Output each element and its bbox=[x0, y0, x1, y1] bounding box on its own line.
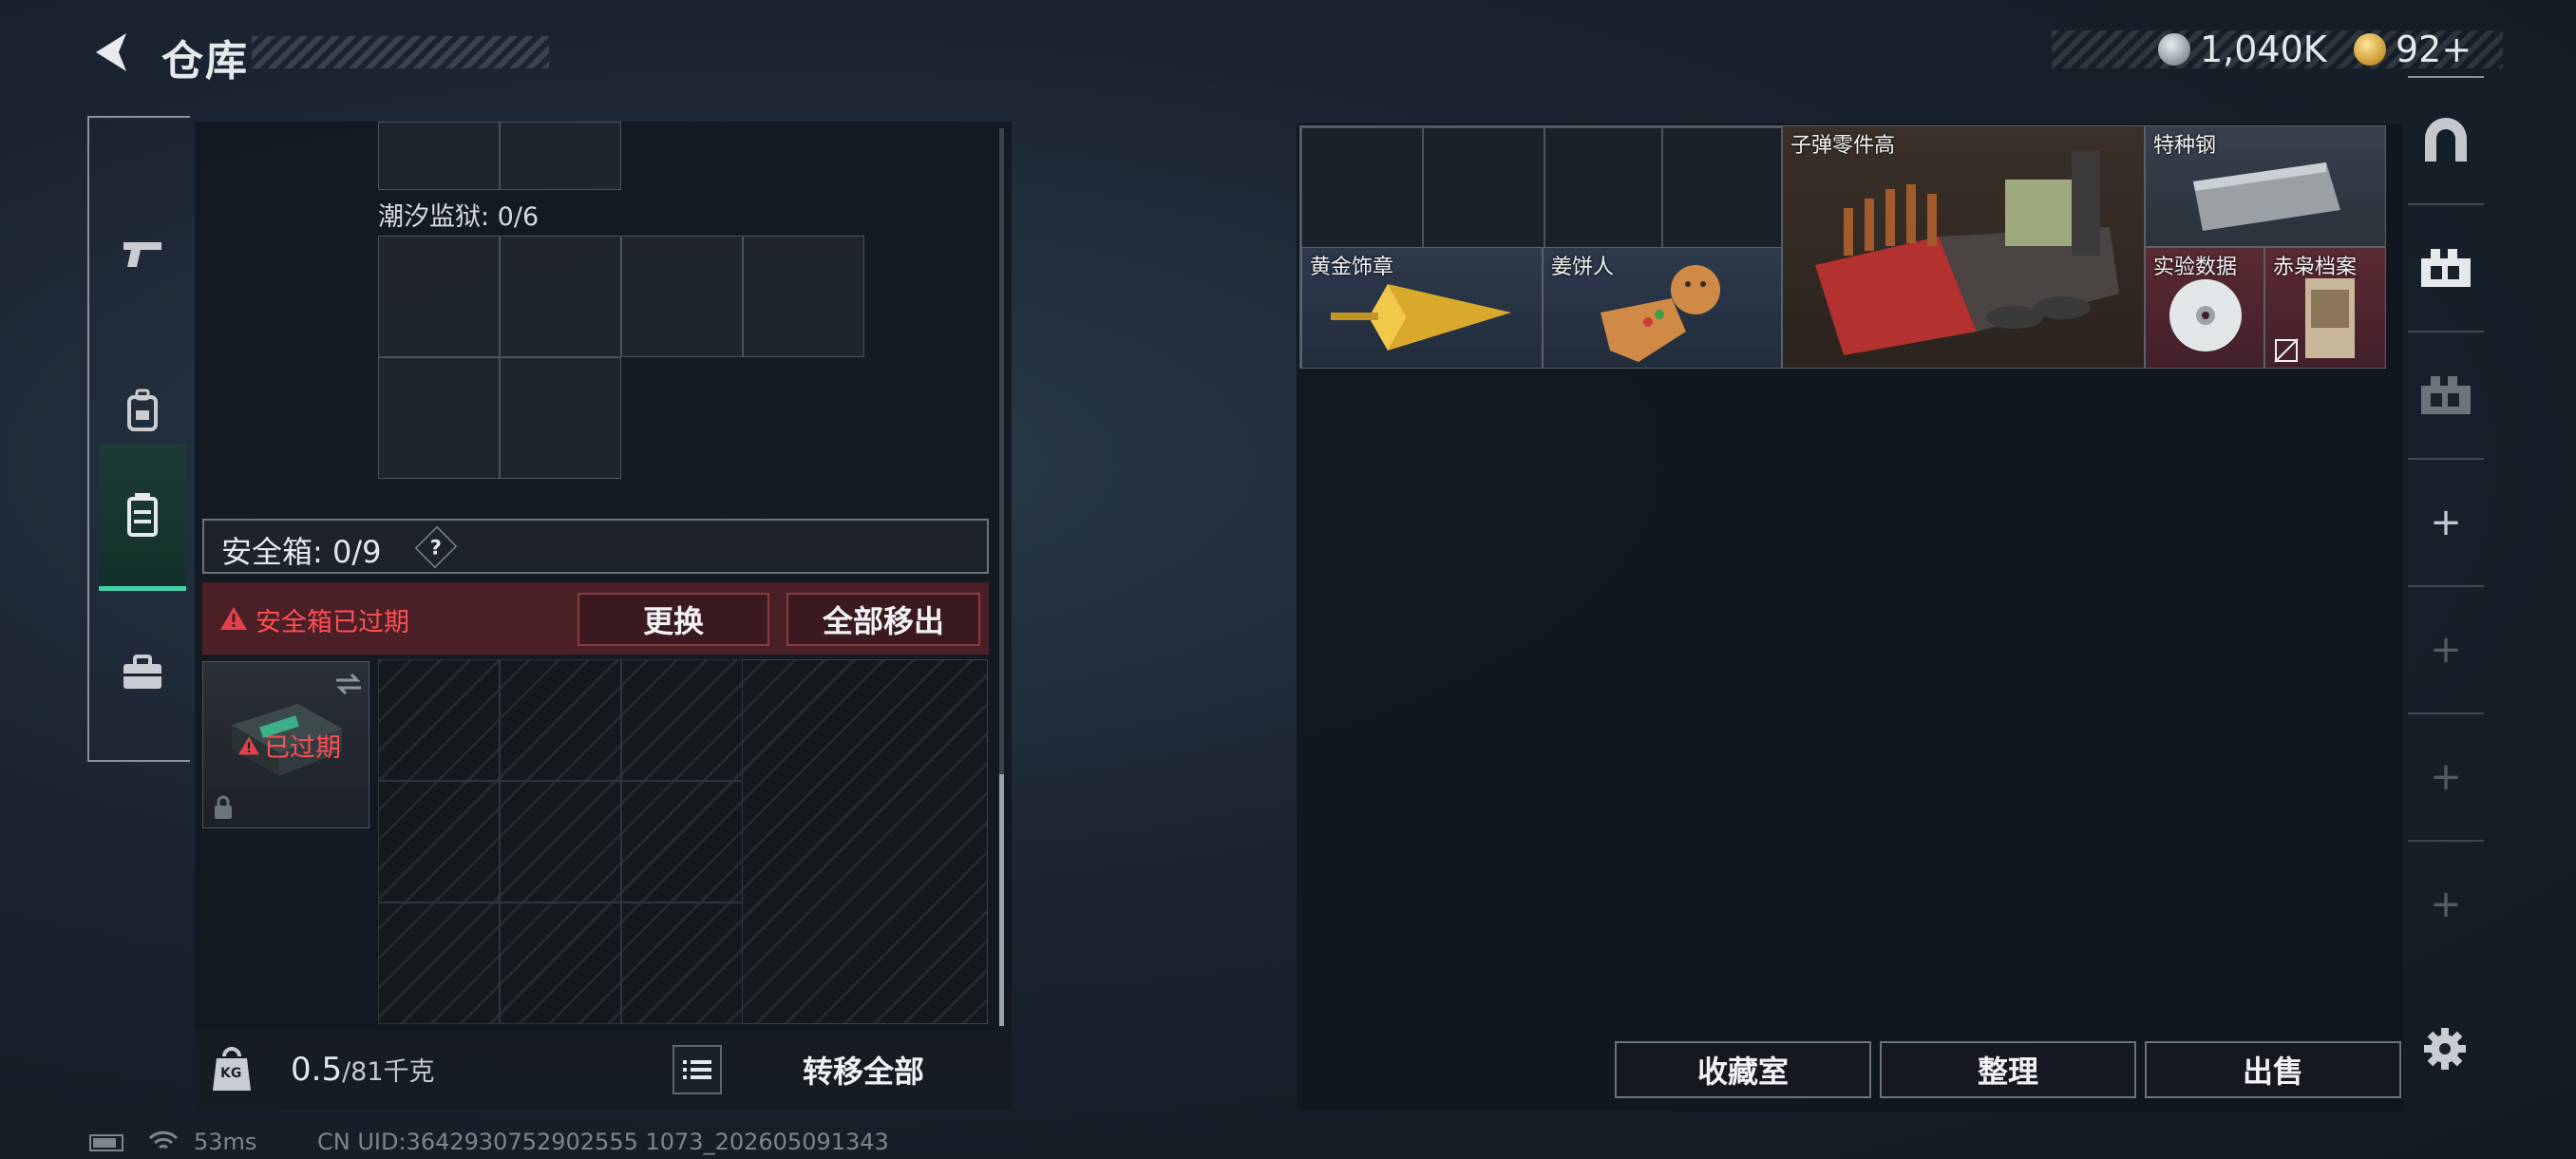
gingerbread-icon bbox=[1601, 265, 1720, 362]
title-decoration bbox=[252, 36, 549, 68]
grid-cell[interactable] bbox=[1423, 127, 1544, 248]
grid-cell[interactable] bbox=[500, 122, 621, 190]
wifi-icon bbox=[148, 1130, 179, 1150]
safebox-header: 安全箱: 0/9 ? bbox=[202, 519, 989, 574]
grid-cell[interactable] bbox=[378, 781, 500, 902]
gold-currency[interactable]: 92+ bbox=[2354, 28, 2472, 70]
stash-tab-vault[interactable] bbox=[2408, 76, 2484, 203]
grid-cell[interactable] bbox=[500, 357, 621, 479]
sidebar-item-weapons[interactable] bbox=[99, 182, 186, 325]
add-stash-button-locked[interactable]: + bbox=[2408, 840, 2484, 967]
lock-icon bbox=[215, 795, 232, 819]
back-button[interactable] bbox=[87, 28, 135, 76]
grid-cell[interactable] bbox=[743, 236, 864, 357]
warning-text: 安全箱已过期 bbox=[256, 608, 409, 637]
grid-cell[interactable] bbox=[378, 122, 500, 190]
prison-container-label: 潮汐监狱: 0/6 bbox=[378, 202, 540, 232]
grid-cell[interactable] bbox=[621, 236, 743, 357]
warning-icon bbox=[220, 607, 247, 630]
backpack-icon bbox=[127, 389, 158, 431]
grid-cell[interactable] bbox=[378, 236, 500, 357]
list-view-button[interactable] bbox=[672, 1045, 722, 1094]
toolbox-icon bbox=[123, 655, 161, 689]
swap-icon[interactable] bbox=[334, 672, 363, 696]
gun-icon bbox=[123, 242, 161, 267]
category-sidebar bbox=[87, 116, 190, 762]
disc-icon bbox=[2169, 279, 2242, 352]
add-stash-button-locked[interactable]: + bbox=[2408, 712, 2484, 840]
safebox-label: 安全箱: 0/9 bbox=[221, 534, 382, 570]
gold-coin-icon bbox=[2354, 33, 2386, 66]
stash-tab-bar: + + + + bbox=[2408, 76, 2484, 1026]
grid-cell[interactable] bbox=[500, 902, 621, 1024]
warehouse-icon bbox=[2421, 376, 2471, 414]
collection-room-button[interactable]: 收藏室 bbox=[1615, 1041, 1871, 1098]
add-stash-button-locked[interactable]: + bbox=[2408, 585, 2484, 712]
grid-cell[interactable] bbox=[500, 659, 621, 781]
list-icon bbox=[683, 1060, 711, 1079]
sidebar-item-storage[interactable] bbox=[99, 444, 186, 591]
silver-currency[interactable]: 1,040K bbox=[2158, 28, 2327, 70]
stash-item-red-owl-file[interactable]: 赤枭档案 bbox=[2264, 247, 2386, 369]
grid-cell[interactable] bbox=[378, 902, 500, 1024]
scrollbar-thumb[interactable] bbox=[999, 774, 1004, 1026]
gold-emblem-icon bbox=[1331, 284, 1511, 351]
remove-all-button[interactable]: 全部移出 bbox=[786, 593, 980, 646]
ping-readout: 53ms bbox=[194, 1129, 257, 1155]
stash-item-special-steel[interactable]: 特种钢 bbox=[2145, 125, 2386, 247]
document-icon bbox=[2305, 278, 2355, 358]
no-trade-icon bbox=[2274, 338, 2299, 363]
expired-badge: 已过期 bbox=[237, 727, 341, 764]
plus-icon: + bbox=[2430, 755, 2462, 799]
plus-icon: + bbox=[2430, 628, 2462, 672]
weight-icon: KG bbox=[211, 1045, 253, 1094]
grid-cell[interactable] bbox=[500, 781, 621, 902]
grid-cell[interactable] bbox=[1662, 127, 1782, 248]
silver-coin-icon bbox=[2158, 33, 2190, 66]
replace-button[interactable]: 更换 bbox=[578, 593, 769, 646]
sidebar-item-supplies[interactable] bbox=[99, 600, 186, 743]
stash-item-gold-badge[interactable]: 黄金饰章 bbox=[1301, 247, 1543, 369]
grid-cell[interactable] bbox=[500, 236, 621, 357]
uid-readout: CN UID:3642930752902555 1073_20260509134… bbox=[317, 1129, 889, 1155]
grid-cell[interactable] bbox=[378, 357, 500, 479]
vault-icon bbox=[2425, 118, 2467, 162]
plus-icon: + bbox=[2430, 501, 2462, 544]
container-icon bbox=[127, 493, 158, 537]
grid-cell[interactable] bbox=[621, 902, 743, 1024]
back-arrow-icon bbox=[96, 33, 126, 71]
warehouse-icon bbox=[2421, 249, 2471, 287]
steel-bar-icon bbox=[2193, 162, 2340, 231]
safebox-item[interactable]: 已过期 bbox=[202, 661, 369, 828]
battery-icon bbox=[89, 1134, 123, 1151]
stash-item-lab-data[interactable]: 实验数据 bbox=[2145, 247, 2264, 369]
stash-item-gingerbread[interactable]: 姜饼人 bbox=[1543, 247, 1782, 369]
grid-cell[interactable] bbox=[621, 781, 743, 902]
grid-cell[interactable] bbox=[1301, 127, 1423, 248]
settings-button[interactable] bbox=[2420, 1024, 2470, 1074]
grid-cell[interactable] bbox=[621, 659, 743, 781]
warning-icon bbox=[238, 736, 259, 754]
sort-button[interactable]: 整理 bbox=[1880, 1041, 2136, 1098]
weight-readout: 0.5/81千克 bbox=[291, 1051, 435, 1089]
ammo-crate-icon bbox=[1815, 151, 2119, 355]
help-icon[interactable]: ? bbox=[414, 525, 458, 569]
plus-icon: + bbox=[2430, 883, 2462, 926]
stash-tab-2[interactable] bbox=[2408, 331, 2484, 458]
stash-tab-1[interactable] bbox=[2408, 203, 2484, 331]
sell-button[interactable]: 出售 bbox=[2145, 1041, 2401, 1098]
transfer-all-button[interactable]: 转移全部 bbox=[729, 1041, 997, 1098]
add-stash-button[interactable]: + bbox=[2408, 458, 2484, 585]
stash-item-bullet-parts[interactable]: 子弹零件高 bbox=[1782, 125, 2145, 369]
page-title: 仓库 bbox=[161, 37, 249, 86]
grid-cell[interactable] bbox=[1544, 127, 1662, 248]
grid-cell[interactable] bbox=[378, 659, 500, 781]
gear-icon bbox=[2424, 1028, 2466, 1070]
